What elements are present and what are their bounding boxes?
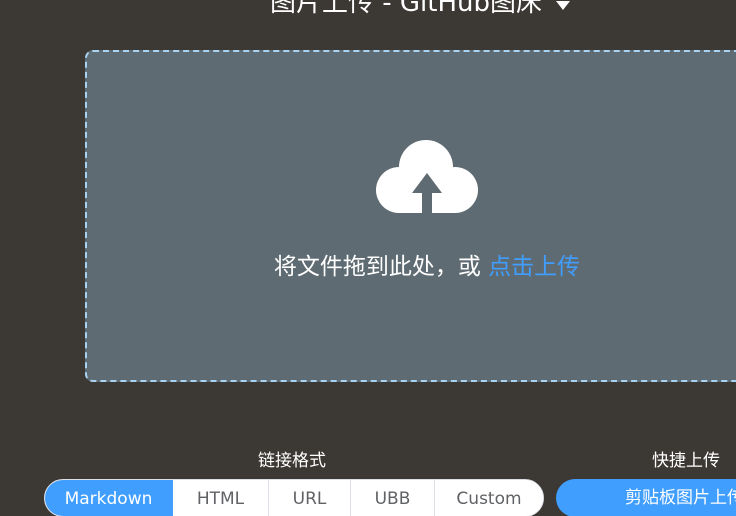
upload-instructions: 将文件拖到此处，或 点击上传: [87, 250, 736, 284]
quick-upload-label: 快捷上传: [652, 451, 720, 471]
cloud-upload-icon: [376, 140, 478, 218]
page-title-selector[interactable]: 图片上传 - GitHub图床: [0, 0, 736, 20]
format-markdown-button[interactable]: Markdown: [45, 480, 173, 516]
upload-page: 图片上传 - GitHub图床 将文件拖到此处，或 点击上传 链接格式 Mark…: [0, 0, 736, 516]
format-url-button[interactable]: URL: [269, 480, 351, 516]
link-format-selector: Markdown HTML URL UBB Custom: [44, 479, 544, 516]
format-html-button[interactable]: HTML: [173, 480, 269, 516]
link-format-label: 链接格式: [258, 451, 326, 471]
page-title: 图片上传 - GitHub图床: [269, 0, 542, 18]
clipboard-upload-button[interactable]: 剪贴板图片上传: [556, 479, 736, 516]
format-custom-button[interactable]: Custom: [435, 480, 543, 516]
click-upload-link[interactable]: 点击上传: [488, 254, 580, 280]
upload-dropzone[interactable]: 将文件拖到此处，或 点击上传: [85, 50, 736, 382]
caret-down-icon[interactable]: [556, 0, 570, 10]
drop-prompt: 将文件拖到此处，或: [273, 254, 481, 280]
format-ubb-button[interactable]: UBB: [351, 480, 435, 516]
